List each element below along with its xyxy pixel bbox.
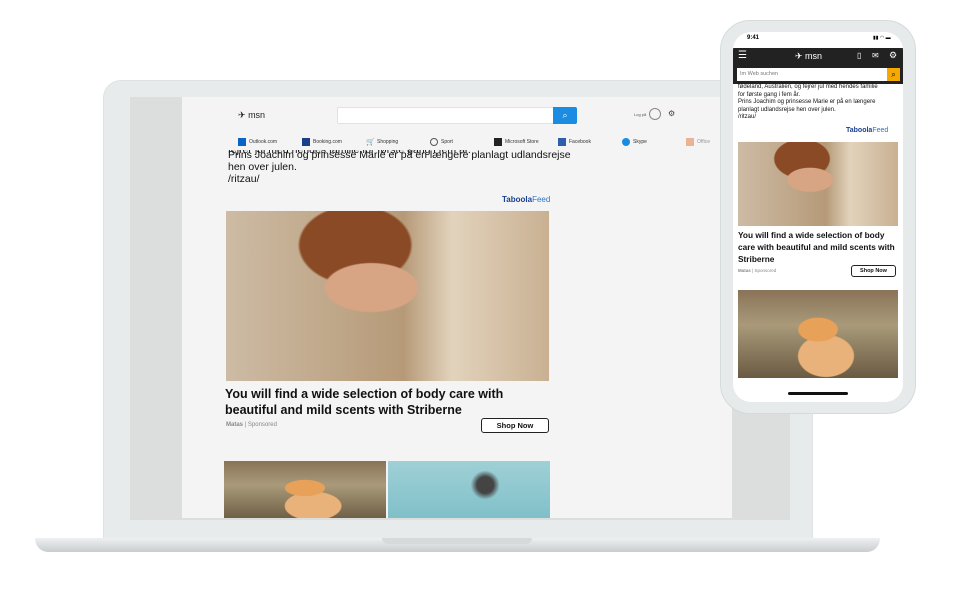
ad-image-woman[interactable] [738, 142, 898, 226]
sport-icon [430, 137, 438, 146]
header: ✈ msn ⌕ Log på ⚙ Outlook.com Booking.com… [182, 97, 732, 149]
hamburger-menu-icon[interactable]: ☰ [738, 50, 747, 61]
home-indicator [788, 392, 848, 395]
butterfly-icon: ✈ [238, 110, 246, 120]
article-text: Prins Joachim og prinsesse Marie er på e… [228, 149, 571, 185]
gear-icon[interactable]: ⚙ [668, 109, 675, 118]
mobile-header: ☰ ✈ msn ▯ ✉ ⚙ Im Web suchen ⌕ [733, 48, 903, 84]
nav-shopping[interactable]: 🛒 Shopping [366, 137, 430, 146]
nav-sport[interactable]: Sport [430, 137, 494, 146]
avatar-icon[interactable] [649, 108, 661, 120]
ad-source: Matas | Sponsored [738, 268, 777, 273]
store-icon [494, 137, 502, 146]
ad-source: Matas | Sponsored [226, 422, 277, 428]
facebook-icon [558, 137, 566, 146]
mail-icon[interactable]: ✉ [872, 51, 879, 60]
nav-outlook[interactable]: Outlook.com [238, 137, 302, 146]
msn-logo[interactable]: ✈ msn [795, 51, 822, 62]
taboola-feed-logo: TaboolaFeed [846, 127, 889, 134]
ad-image-corgi[interactable] [738, 290, 898, 378]
msn-mobile-page: 9:41 ▮▮ ◠ ▬ ☰ ✈ msn ▯ ✉ ⚙ Im Web suchen … [733, 32, 903, 402]
office-icon [686, 137, 694, 146]
nav-skype[interactable]: Skype [622, 137, 686, 146]
status-icons: ▮▮ ◠ ▬ [873, 35, 891, 41]
phone-icon[interactable]: ▯ [857, 51, 861, 60]
outlook-icon [238, 137, 246, 146]
ad-image-corgi[interactable] [224, 461, 386, 518]
laptop-notch [382, 538, 532, 544]
ad-headline[interactable]: You will find a wide selection of body c… [225, 386, 525, 418]
cart-icon: 🛒 [366, 138, 375, 146]
ad-image-woman[interactable] [226, 211, 549, 381]
ad-headline[interactable]: You will find a wide selection of body c… [738, 229, 898, 265]
ad-image-brain[interactable] [388, 461, 550, 518]
shop-now-button[interactable]: Shop Now [481, 418, 549, 433]
mobile-article-text: fødeland, Australien, og fejrer jul med … [738, 84, 878, 121]
gear-icon[interactable]: ⚙ [889, 50, 897, 61]
search-icon[interactable]: ⌕ [887, 68, 900, 81]
nav-microsoft-store[interactable]: Microsoft Store [494, 137, 558, 146]
mobile-search-input[interactable]: Im Web suchen [737, 68, 887, 81]
search-button[interactable]: ⌕ [553, 107, 577, 124]
nav-booking[interactable]: Booking.com [302, 137, 366, 146]
sign-in-link[interactable]: Log på [634, 112, 646, 117]
shop-now-button[interactable]: Shop Now [851, 265, 896, 277]
nav-facebook[interactable]: Facebook [558, 137, 622, 146]
skype-icon [622, 137, 630, 146]
search-input[interactable] [337, 107, 577, 124]
msn-desktop-page: fejrer jul med hendes familie for første… [182, 97, 732, 518]
status-time: 9:41 [747, 35, 760, 41]
search-icon: ⌕ [562, 110, 568, 120]
msn-logo[interactable]: ✈ msn [238, 110, 265, 121]
taboola-feed-logo: TaboolaFeed [502, 195, 551, 204]
booking-icon [302, 137, 310, 146]
